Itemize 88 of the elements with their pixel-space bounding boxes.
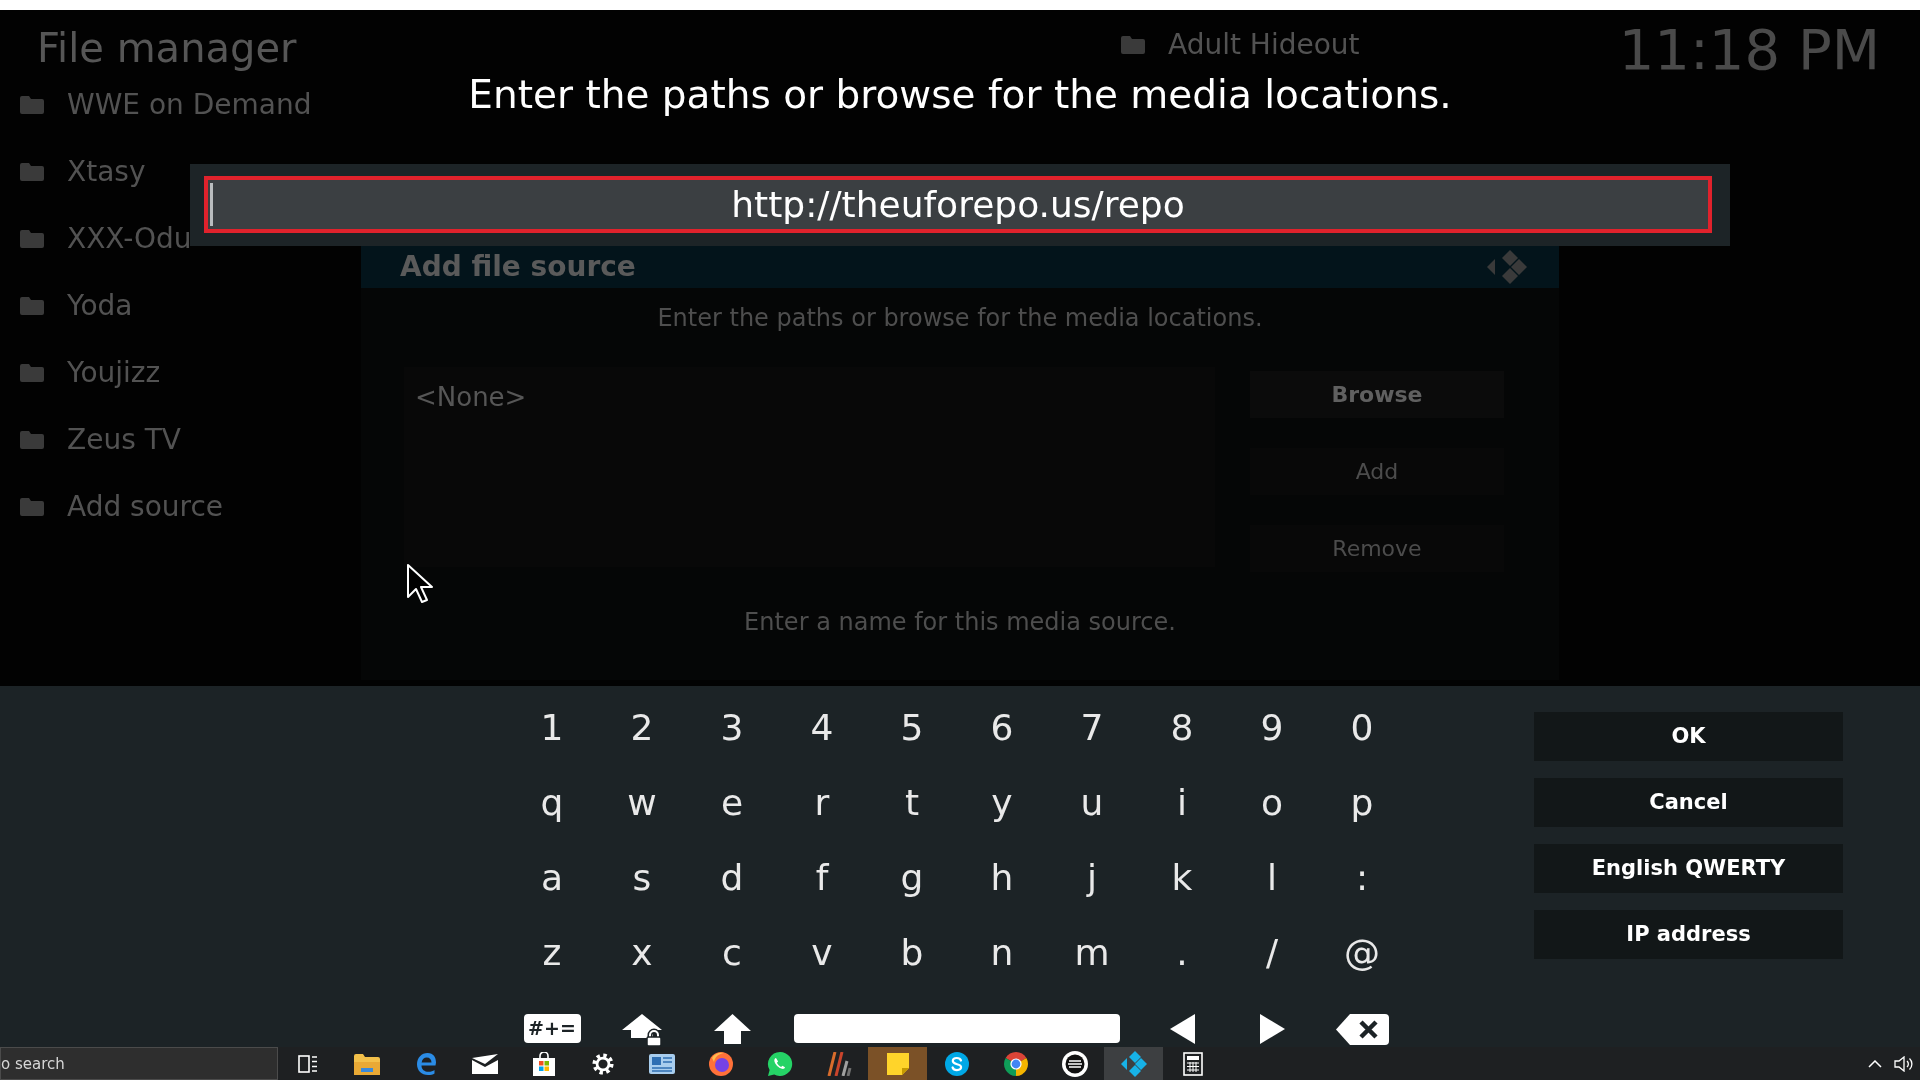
search-field[interactable]: o search — [0, 1047, 278, 1080]
caps-lock-key[interactable] — [621, 1014, 663, 1047]
calculator-icon — [1182, 1051, 1203, 1076]
left-triangle-icon — [1169, 1014, 1195, 1044]
keyboard-key[interactable]: i — [1152, 772, 1212, 833]
keyboard-key[interactable]: 9 — [1242, 697, 1302, 758]
keyboard-key[interactable]: 4 — [792, 697, 852, 758]
task-view-icon — [297, 1054, 318, 1073]
keyboard-key[interactable]: r — [792, 772, 852, 833]
round-logo-icon — [1061, 1050, 1088, 1077]
keyboard-action-button[interactable]: IP address — [1534, 910, 1843, 959]
backspace-key[interactable] — [1335, 1014, 1389, 1045]
keyboard-key[interactable]: l — [1242, 847, 1302, 908]
folder-icon — [1121, 36, 1145, 54]
keyboard-key[interactable]: 7 — [1062, 697, 1122, 758]
shift-arrow-icon — [713, 1014, 751, 1044]
keyboard-action-button[interactable]: English QWERTY — [1534, 844, 1843, 893]
keyboard-key[interactable]: u — [1062, 772, 1122, 833]
chat-bubble-icon — [766, 1050, 793, 1077]
keyboard-key[interactable]: m — [1062, 922, 1122, 983]
diamond-logo-icon — [1487, 250, 1527, 284]
diamond-logo-icon — [1120, 1050, 1147, 1077]
name-prompt: Enter a name for this media source. — [744, 608, 1176, 636]
keyboard-key[interactable]: v — [792, 922, 852, 983]
stripes-icon — [825, 1051, 852, 1076]
folder-icon — [20, 497, 44, 516]
settings-icon — [591, 1052, 614, 1075]
keyboard-key[interactable]: h — [972, 847, 1032, 908]
symbols-key[interactable]: #+= — [523, 1014, 581, 1043]
keyboard-key[interactable]: g — [882, 847, 942, 908]
keyboard-key[interactable]: 5 — [882, 697, 942, 758]
keyboard-key[interactable]: @ — [1332, 922, 1392, 983]
folder-icon — [20, 363, 44, 382]
keyboard-key[interactable]: . — [1152, 922, 1212, 983]
shopping-bag-icon — [531, 1051, 556, 1076]
keyboard-heading: Enter the paths or browse for the media locations. — [468, 72, 1452, 118]
keyboard-key[interactable]: 8 — [1152, 697, 1212, 758]
text-caret — [210, 183, 213, 226]
keyboard-key[interactable]: o — [1242, 772, 1302, 833]
page-title: File manager — [37, 25, 297, 71]
keyboard-key[interactable]: n — [972, 922, 1032, 983]
keyboard-key[interactable]: 1 — [522, 697, 582, 758]
folder-icon — [20, 162, 44, 181]
volume-icon[interactable] — [1894, 1055, 1914, 1072]
cursor-left-key[interactable] — [1169, 1014, 1195, 1044]
chevron-up-icon[interactable] — [1868, 1059, 1882, 1068]
shift-key[interactable] — [713, 1014, 751, 1044]
keyboard-key[interactable]: y — [972, 772, 1032, 833]
keyboard-key[interactable]: 2 — [612, 697, 672, 758]
keyboard-action-button[interactable]: OK — [1534, 712, 1843, 761]
folder-icon — [20, 430, 44, 449]
keyboard-key[interactable]: f — [792, 847, 852, 908]
cursor-right-key[interactable] — [1259, 1014, 1285, 1044]
dialog-title: Add file source — [400, 250, 636, 284]
news-card-icon — [648, 1053, 675, 1074]
keyboard-key[interactable]: 6 — [972, 697, 1032, 758]
keyboard-key[interactable]: q — [522, 772, 582, 833]
letter-s-icon — [944, 1051, 969, 1076]
keyboard-key[interactable]: w — [612, 772, 672, 833]
keyboard-key[interactable]: t — [882, 772, 942, 833]
keyboard-key[interactable]: / — [1242, 922, 1302, 983]
ring-logo-icon — [1002, 1050, 1029, 1077]
keyboard-key[interactable]: b — [882, 922, 942, 983]
keyboard-key[interactable]: 0 — [1332, 697, 1392, 758]
dialog-prompt: Enter the paths or browse for the media locations. — [657, 304, 1263, 332]
folder-icon — [20, 229, 44, 248]
right-triangle-icon — [1259, 1014, 1285, 1044]
folder-icon — [20, 95, 44, 114]
keyboard-key[interactable]: d — [702, 847, 762, 908]
keyboard-action-button[interactable]: Cancel — [1534, 778, 1843, 827]
folder-icon — [353, 1052, 380, 1075]
envelope-icon — [471, 1053, 498, 1074]
keyboard-key[interactable]: 3 — [702, 697, 762, 758]
keyboard-key[interactable]: a — [522, 847, 582, 908]
keyboard-key[interactable]: c — [702, 922, 762, 983]
keyboard-key[interactable]: x — [612, 922, 672, 983]
keyboard-key[interactable]: z — [522, 922, 582, 983]
keyboard-key[interactable]: e — [702, 772, 762, 833]
keyboard-key[interactable]: k — [1152, 847, 1212, 908]
keyboard-key[interactable]: p — [1332, 772, 1392, 833]
url-input-field[interactable]: http://theuforepo.us/repo — [204, 176, 1712, 233]
keyboard-key[interactable]: s — [612, 847, 672, 908]
flame-globe-icon — [707, 1050, 734, 1077]
sticky-note-icon — [886, 1052, 909, 1075]
clock: 11:18 PM — [1618, 16, 1880, 84]
keyboard-key[interactable]: j — [1062, 847, 1122, 908]
folder-icon — [20, 296, 44, 315]
keyboard-key[interactable]: : — [1332, 847, 1392, 908]
